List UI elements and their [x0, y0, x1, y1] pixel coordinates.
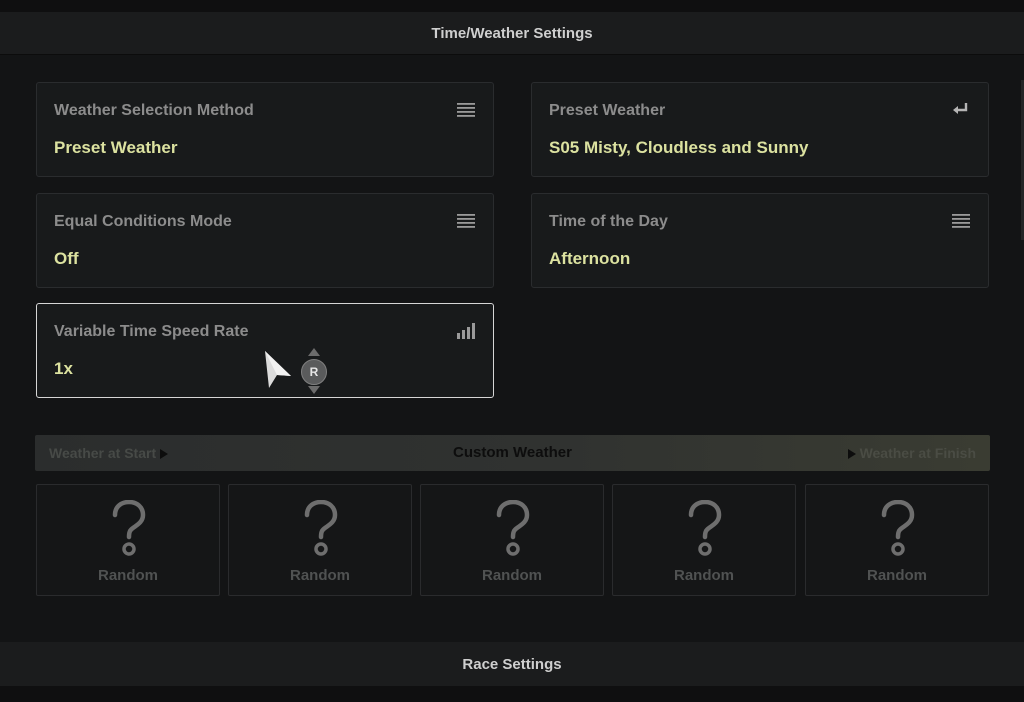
option-value: Preset Weather	[54, 138, 178, 157]
question-mark-icon	[688, 500, 722, 556]
weather-slot-1: Random	[36, 484, 220, 596]
enter-icon	[953, 103, 968, 114]
equal-conditions-mode-option[interactable]: Equal Conditions Mode Off	[36, 193, 494, 288]
arrow-up-icon	[308, 348, 320, 356]
option-label: Preset Weather	[549, 102, 666, 119]
r-stick-label: R	[309, 365, 319, 379]
time-of-day-option[interactable]: Time of the Day Afternoon	[531, 193, 989, 288]
r-stick-button: R	[301, 359, 327, 385]
weather-at-finish-label: Weather at Finish	[847, 445, 976, 461]
slot-label: Random	[674, 567, 734, 584]
play-arrow-icon	[847, 449, 856, 460]
slot-label: Random	[482, 567, 542, 584]
arrow-down-icon	[308, 386, 320, 394]
list-icon	[457, 214, 475, 228]
page-title: Time/Weather Settings	[431, 24, 593, 42]
question-mark-icon	[304, 500, 338, 556]
page-title-bar: Time/Weather Settings	[0, 12, 1024, 55]
race-settings-label: Race Settings	[462, 655, 562, 673]
custom-weather-bar: Weather at Start Custom Weather Weather …	[35, 435, 990, 471]
option-label: Time of the Day	[549, 213, 668, 230]
option-label: Weather Selection Method	[54, 102, 254, 119]
race-settings-tab[interactable]: Race Settings	[0, 642, 1024, 686]
slot-label: Random	[98, 567, 158, 584]
pointer-cursor-icon	[265, 351, 291, 388]
weather-selection-method-option[interactable]: Weather Selection Method Preset Weather	[36, 82, 494, 177]
list-icon	[952, 214, 970, 228]
question-mark-icon	[112, 500, 146, 556]
weather-slot-2: Random	[228, 484, 412, 596]
top-strip	[0, 0, 1024, 12]
bottom-strip	[0, 686, 1024, 702]
weather-slot-5: Random	[805, 484, 989, 596]
option-value: Afternoon	[549, 249, 631, 268]
weather-slot-3: Random	[420, 484, 604, 596]
weather-slot-4: Random	[612, 484, 796, 596]
slot-label: Random	[867, 567, 927, 584]
signal-bars-icon	[457, 323, 475, 339]
option-value: Off	[54, 249, 79, 268]
question-mark-icon	[496, 500, 530, 556]
list-icon	[457, 103, 475, 117]
weather-at-finish-text: Weather at Finish	[859, 445, 976, 461]
option-label: Equal Conditions Mode	[54, 213, 232, 230]
option-value: S05 Misty, Cloudless and Sunny	[549, 138, 809, 157]
right-stick-hint: R	[299, 348, 329, 394]
option-label: Variable Time Speed Rate	[54, 323, 249, 340]
option-value: 1x	[54, 359, 73, 378]
question-mark-icon	[881, 500, 915, 556]
preset-weather-option[interactable]: Preset Weather S05 Misty, Cloudless and …	[531, 82, 989, 177]
slot-label: Random	[290, 567, 350, 584]
